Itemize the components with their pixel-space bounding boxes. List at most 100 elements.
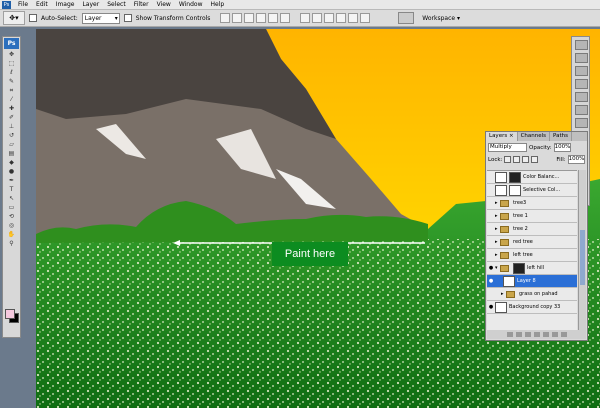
3d-rotate-tool-icon[interactable]: ⟲	[5, 213, 18, 220]
auto-select-dropdown[interactable]: Layer	[81, 12, 120, 24]
align-bottom-icon[interactable]	[244, 13, 255, 23]
crop-tool-icon[interactable]: ⌗	[5, 87, 18, 94]
visibility-icon[interactable]	[487, 199, 495, 207]
layer-row[interactable]: ▸ grass on pahad	[487, 288, 577, 301]
opacity-input[interactable]: 100%	[553, 143, 571, 152]
eraser-tool-icon[interactable]: ▱	[5, 141, 18, 148]
visibility-icon[interactable]	[487, 212, 495, 220]
eye-icon[interactable]: ●	[487, 277, 495, 285]
swatches-panel-icon[interactable]	[575, 53, 588, 63]
align-top-icon[interactable]	[220, 13, 231, 23]
styles-panel-icon[interactable]	[575, 66, 588, 76]
zoom-tool-icon[interactable]: ⚲	[5, 240, 18, 247]
distribute-middle-icon[interactable]	[312, 13, 323, 23]
marquee-tool-icon[interactable]: ⬚	[5, 60, 18, 67]
foreground-color-swatch[interactable]	[5, 309, 15, 319]
quick-select-tool-icon[interactable]: ✎	[5, 78, 18, 85]
auto-select-checkbox[interactable]	[29, 14, 37, 22]
layer-row[interactable]: ● ▾ left hill	[487, 262, 577, 275]
layer-row[interactable]: Selective Col...	[487, 184, 577, 197]
scrollbar-thumb[interactable]	[580, 230, 585, 285]
workspace-button[interactable]: Workspace ▾	[422, 15, 460, 22]
blur-tool-icon[interactable]: ◆	[5, 159, 18, 166]
visibility-icon[interactable]	[487, 290, 495, 298]
layer-style-icon[interactable]	[515, 332, 522, 337]
actions-panel-icon[interactable]	[575, 118, 588, 128]
path-select-tool-icon[interactable]: ↖	[5, 195, 18, 202]
lock-position-icon[interactable]	[522, 156, 530, 163]
align-left-icon[interactable]	[256, 13, 267, 23]
align-center-icon[interactable]	[268, 13, 279, 23]
tab-channels[interactable]: Channels	[518, 132, 551, 141]
visibility-icon[interactable]	[487, 225, 495, 233]
move-tool-preset-icon[interactable]: ✥▾	[3, 11, 25, 25]
brush-tool-icon[interactable]: ✐	[5, 114, 18, 121]
menu-filter[interactable]: Filter	[130, 0, 153, 9]
add-mask-icon[interactable]	[524, 332, 531, 337]
distribute-top-icon[interactable]	[300, 13, 311, 23]
menu-edit[interactable]: Edit	[32, 0, 52, 9]
menu-image[interactable]: Image	[52, 0, 79, 9]
menu-select[interactable]: Select	[103, 0, 130, 9]
layer-row[interactable]: ▸ left tree	[487, 249, 577, 262]
menu-bar: Ps File Edit Image Layer Select Filter V…	[0, 0, 600, 10]
new-layer-icon[interactable]	[551, 332, 558, 337]
distribute-center-icon[interactable]	[348, 13, 359, 23]
move-tool-icon[interactable]: ✥	[5, 51, 18, 58]
lasso-tool-icon[interactable]: ℓ	[5, 69, 18, 76]
visibility-icon[interactable]	[487, 186, 495, 194]
link-layers-icon[interactable]	[506, 332, 513, 337]
lock-image-icon[interactable]	[513, 156, 521, 163]
menu-view[interactable]: View	[153, 0, 175, 9]
workspace-icon[interactable]	[398, 12, 415, 24]
blend-mode-select[interactable]: Multiply	[488, 143, 527, 152]
new-group-icon[interactable]	[542, 332, 549, 337]
adjustment-layer-icon[interactable]	[533, 332, 540, 337]
distribute-left-icon[interactable]	[336, 13, 347, 23]
menu-help[interactable]: Help	[207, 0, 229, 9]
distribute-right-icon[interactable]	[360, 13, 371, 23]
menu-layer[interactable]: Layer	[78, 0, 103, 9]
eyedropper-tool-icon[interactable]: ⁄	[5, 96, 18, 103]
visibility-icon[interactable]	[487, 251, 495, 259]
type-tool-icon[interactable]: T	[5, 186, 18, 193]
eye-icon[interactable]: ●	[487, 264, 495, 272]
layers-scrollbar[interactable]	[578, 170, 586, 330]
healing-tool-icon[interactable]: ✚	[5, 105, 18, 112]
workspace-area: Workspace ▾	[398, 12, 460, 24]
distribute-bottom-icon[interactable]	[324, 13, 335, 23]
layer-row[interactable]: ▸ tree 2	[487, 223, 577, 236]
shape-tool-icon[interactable]: ▭	[5, 204, 18, 211]
eye-icon[interactable]: ●	[487, 303, 495, 311]
layer-row[interactable]: ▸ tree3	[487, 197, 577, 210]
lock-all-icon[interactable]	[531, 156, 539, 163]
history-panel-icon[interactable]	[575, 105, 588, 115]
menu-window[interactable]: Window	[175, 0, 207, 9]
menu-file[interactable]: File	[14, 0, 32, 9]
layer-row[interactable]: ● Background copy 33	[487, 301, 577, 314]
pen-tool-icon[interactable]: ✒	[5, 177, 18, 184]
hand-tool-icon[interactable]: ✋	[5, 231, 18, 238]
clone-stamp-tool-icon[interactable]: ⊥	[5, 123, 18, 130]
layer-row[interactable]: Color Balanc...	[487, 171, 577, 184]
align-middle-icon[interactable]	[232, 13, 243, 23]
visibility-icon[interactable]	[487, 238, 495, 246]
3d-orbit-tool-icon[interactable]: ◎	[5, 222, 18, 229]
tab-layers[interactable]: Layers ×	[486, 132, 518, 141]
color-panel-icon[interactable]	[575, 40, 588, 50]
lock-transparent-icon[interactable]	[504, 156, 512, 163]
dodge-tool-icon[interactable]: ●	[5, 168, 18, 175]
history-brush-tool-icon[interactable]: ↺	[5, 132, 18, 139]
adjustments-panel-icon[interactable]	[575, 79, 588, 89]
visibility-icon[interactable]	[487, 173, 495, 181]
align-right-icon[interactable]	[280, 13, 291, 23]
layer-row[interactable]: ▸ tree 1	[487, 210, 577, 223]
layer-row-selected[interactable]: ● Layer 8	[487, 275, 577, 288]
layer-row[interactable]: ▸ red tree	[487, 236, 577, 249]
masks-panel-icon[interactable]	[575, 92, 588, 102]
tab-paths[interactable]: Paths	[550, 132, 572, 141]
delete-layer-icon[interactable]	[560, 332, 567, 337]
fill-input[interactable]: 100%	[567, 155, 585, 164]
gradient-tool-icon[interactable]: ▤	[5, 150, 18, 157]
show-transform-checkbox[interactable]	[123, 14, 132, 22]
